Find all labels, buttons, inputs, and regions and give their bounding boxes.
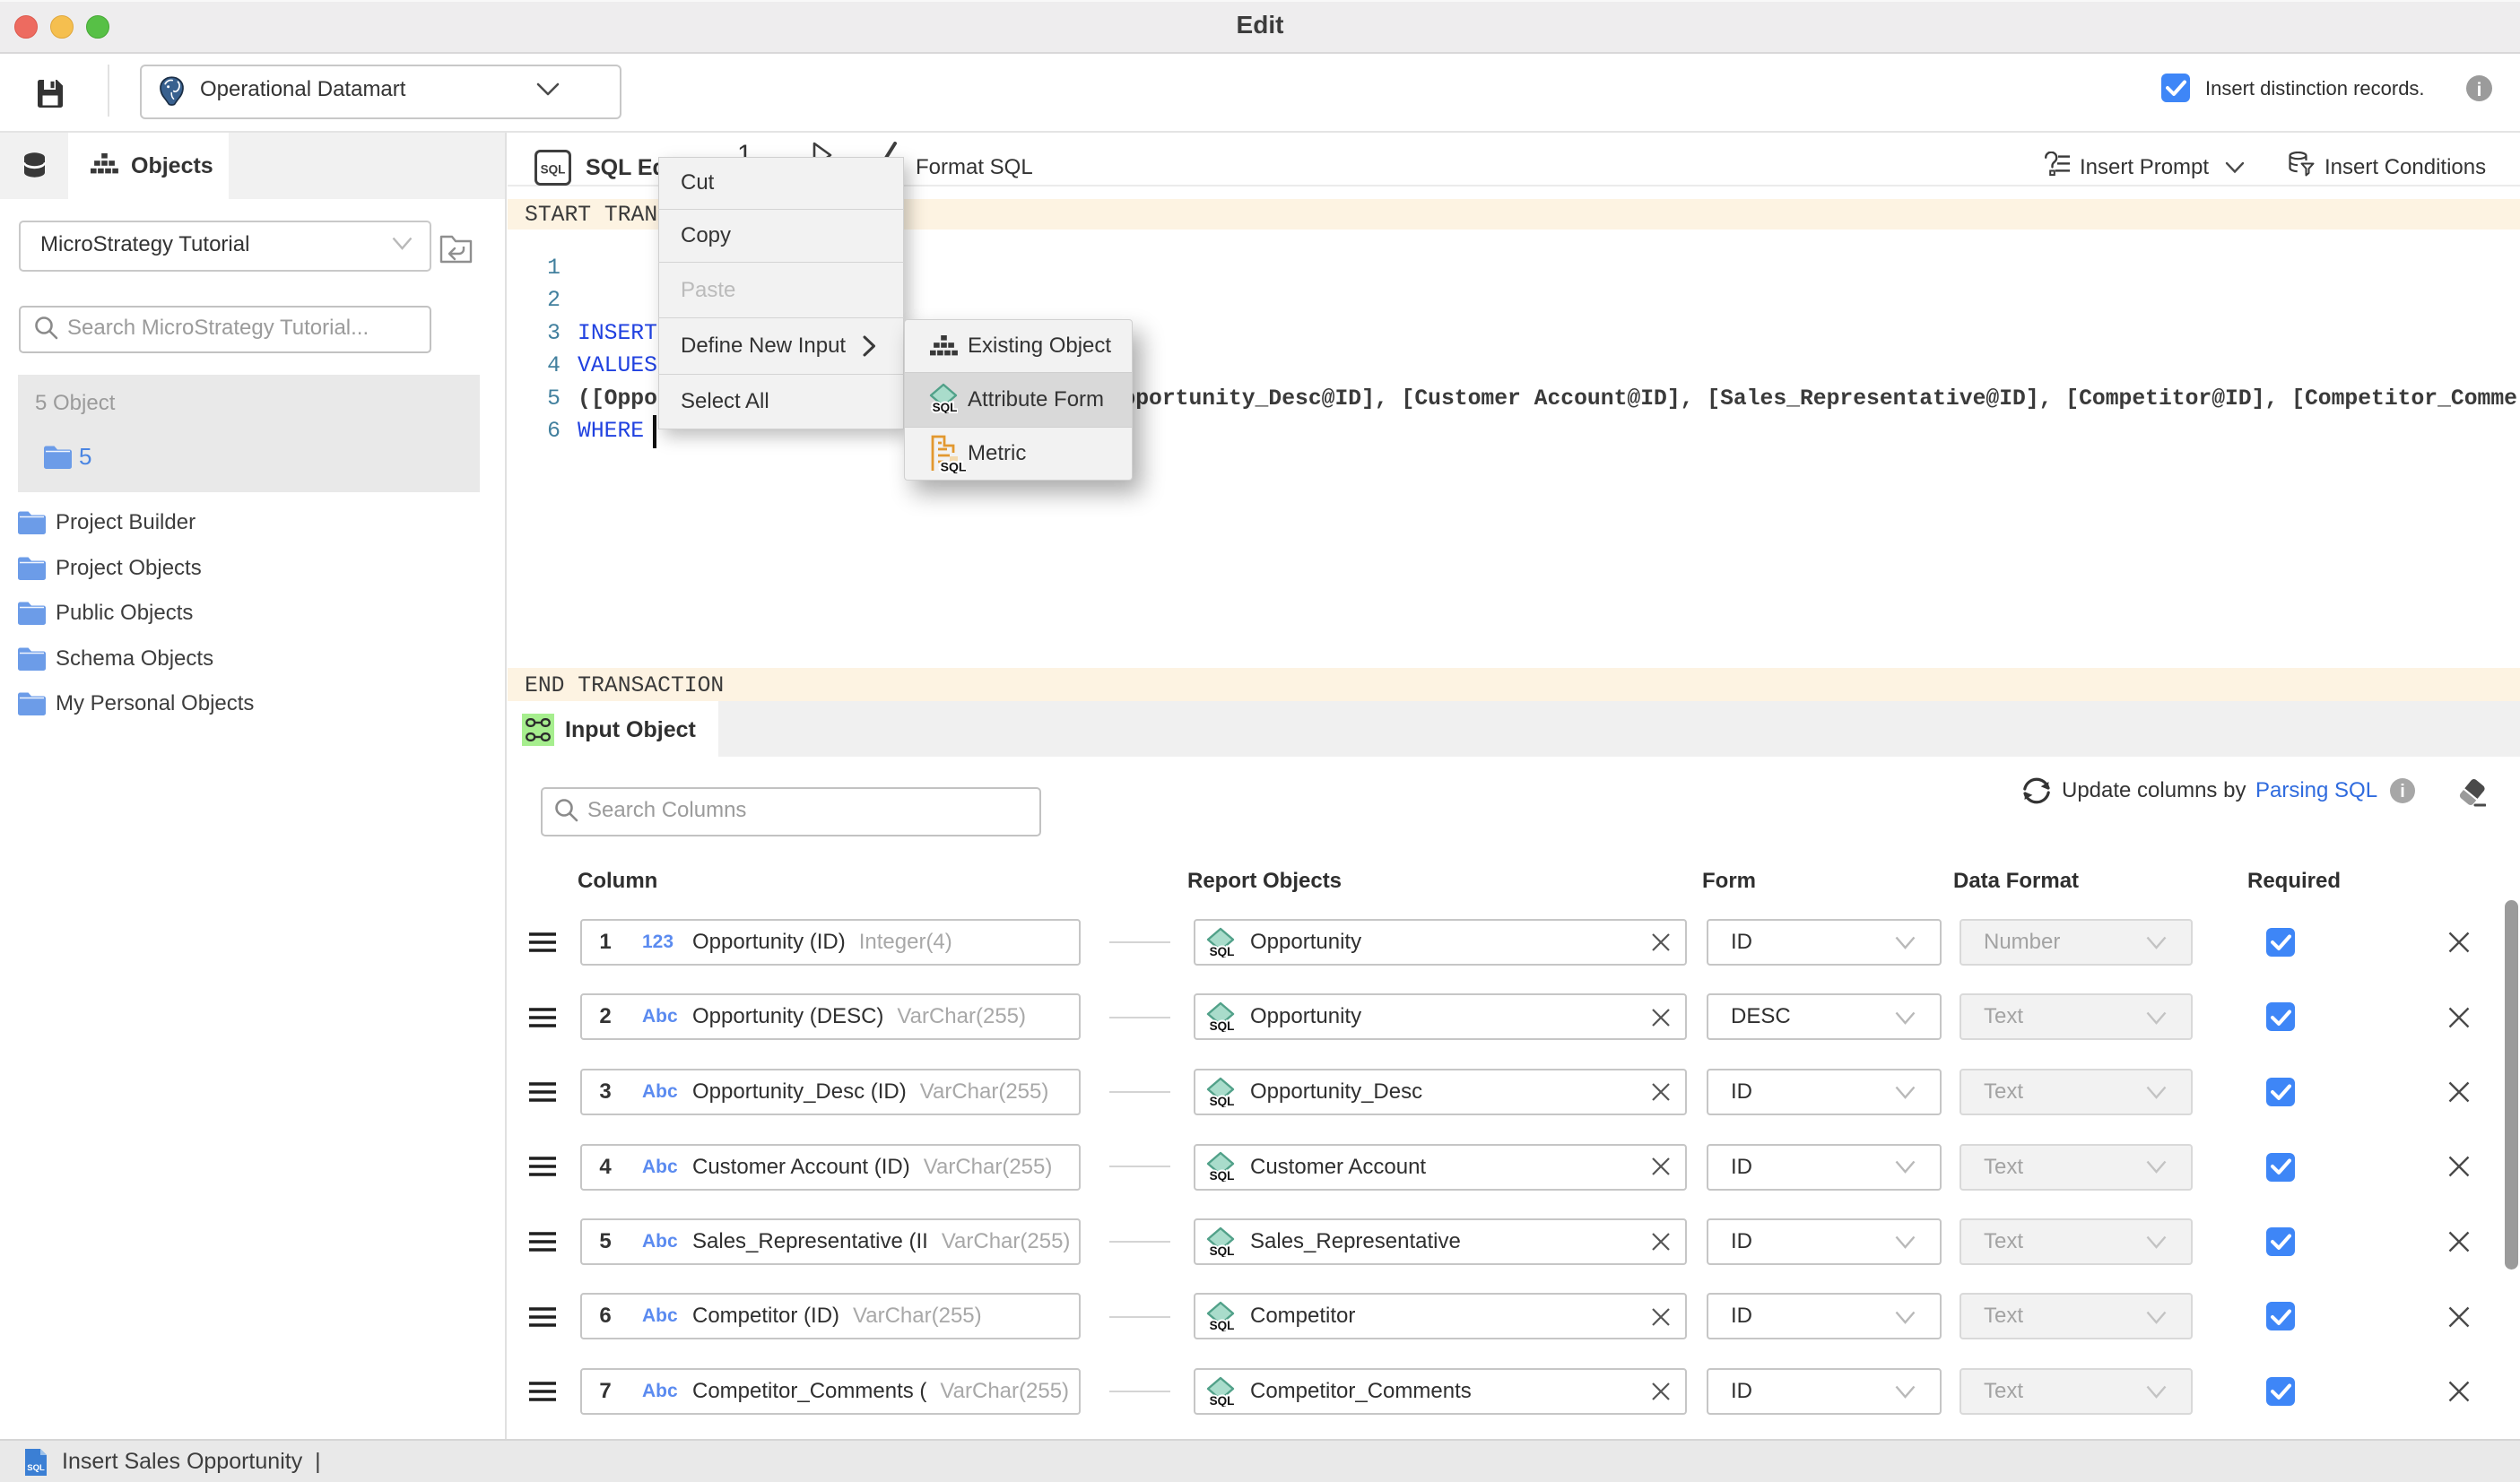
svg-text:SQL: SQL [1210,1169,1235,1182]
svg-text:SQL: SQL [1210,945,1235,958]
svg-text:SQL: SQL [1210,1244,1235,1257]
svg-text:SQL: SQL [933,401,958,413]
svg-text:SQL: SQL [1210,1095,1235,1107]
svg-text:SQL: SQL [541,163,566,177]
svg-text:SQL: SQL [1210,1019,1235,1032]
svg-text:SQL: SQL [1210,1394,1235,1407]
svg-text:SQL: SQL [27,1463,45,1473]
svg-text:SQL: SQL [941,460,966,474]
svg-text:SQL: SQL [1210,1319,1235,1331]
